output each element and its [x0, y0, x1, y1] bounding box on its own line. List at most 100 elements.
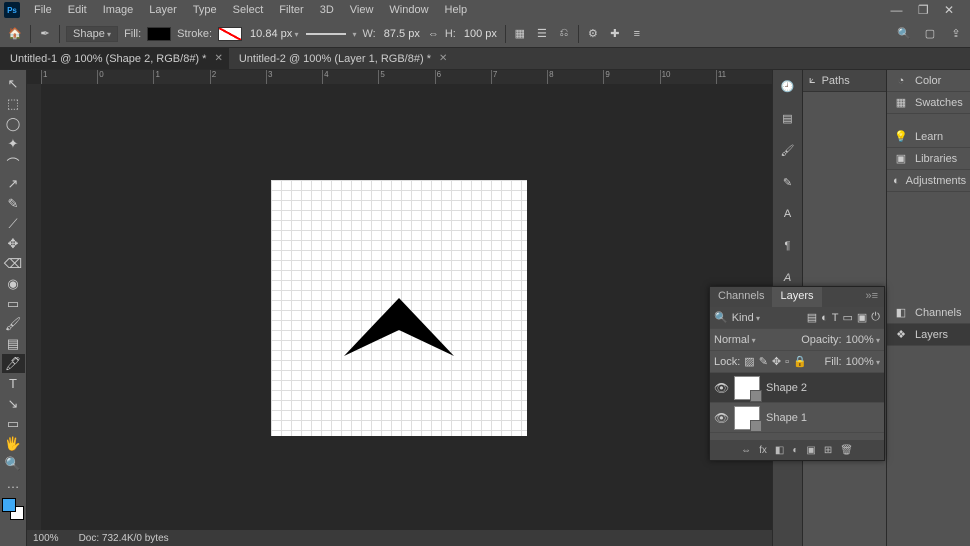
link-layers-icon[interactable]: ⇔ [741, 445, 751, 456]
share-icon[interactable]: ⇪ [948, 26, 964, 42]
gradient-tool[interactable]: ▭ [2, 294, 25, 313]
layer-thumbnail[interactable] [734, 406, 760, 430]
lock-artboard-icon[interactable]: ▫ [785, 356, 789, 368]
edit-toolbar[interactable]: … [2, 474, 25, 493]
pen-tool-icon[interactable]: ✒ [37, 26, 53, 42]
history-brush-tool[interactable]: ⌫ [2, 254, 25, 273]
filter-pixel-icon[interactable]: ▤ [807, 311, 817, 324]
filter-shape-icon[interactable]: ▭ [842, 311, 852, 324]
brushes-icon[interactable]: 🖌 [778, 140, 798, 160]
home-icon[interactable]: 🏠 [6, 25, 24, 43]
path-select-tool[interactable]: ↘ [2, 394, 25, 413]
menu-edit[interactable]: Edit [60, 2, 95, 18]
panel-tab-swatches[interactable]: ▦Swatches [887, 92, 970, 114]
lock-image-icon[interactable]: ✎ [759, 355, 768, 368]
visibility-icon[interactable]: 👁 [714, 411, 728, 425]
color-picker[interactable] [2, 498, 24, 520]
link-wh-icon[interactable]: ⇔ [428, 28, 439, 40]
canvas-area[interactable]: 101234567891011 100% Doc: 732.4K/0 bytes [27, 70, 772, 546]
close-icon[interactable]: ✕ [439, 53, 447, 64]
filter-adjust-icon[interactable]: ◐ [821, 312, 828, 324]
blend-mode-select[interactable]: Normal [714, 334, 797, 346]
filter-kind-select[interactable]: Kind [732, 312, 760, 324]
rubber-band-icon[interactable]: ✚ [607, 26, 623, 42]
quick-select-tool[interactable]: ✦ [2, 134, 25, 153]
panel-tab-learn[interactable]: 💡Learn [887, 126, 970, 148]
filter-smart-icon[interactable]: ▣ [857, 311, 867, 324]
document-tab-2[interactable]: Untitled-2 @ 100% (Layer 1, RGB/8#) * ✕ [229, 48, 454, 69]
height-field[interactable]: 100 px [462, 27, 499, 41]
hand-tool[interactable]: 🖐 [2, 434, 25, 453]
paragraph-icon[interactable]: ¶ [778, 236, 798, 256]
fill-swatch[interactable] [147, 27, 171, 41]
tool-mode-select[interactable]: Shape [66, 26, 118, 42]
menu-3d[interactable]: 3D [312, 2, 342, 18]
layer-name[interactable]: Shape 1 [766, 412, 807, 424]
new-layer-icon[interactable]: ⊞ [824, 445, 832, 456]
brush-settings-icon[interactable]: ✎ [778, 172, 798, 192]
brush-tool[interactable]: ⟋ [2, 214, 25, 233]
width-field[interactable]: 87.5 px [382, 27, 422, 41]
eyedropper-tool[interactable]: ↗ [2, 174, 25, 193]
close-icon[interactable]: ✕ [214, 53, 222, 64]
tab-layers[interactable]: Layers [772, 287, 821, 307]
lock-transparent-icon[interactable]: ▨ [744, 355, 754, 368]
eraser-tool[interactable]: ◉ [2, 274, 25, 293]
menu-type[interactable]: Type [185, 2, 225, 18]
blur-tool[interactable]: 🖌 [2, 314, 25, 333]
stroke-swatch[interactable] [218, 27, 242, 41]
mask-icon[interactable]: ◧ [775, 445, 784, 456]
pen-tool[interactable]: 🖊 [2, 354, 25, 373]
filter-type-icon[interactable]: T [832, 312, 839, 324]
properties-icon[interactable]: ▤ [778, 108, 798, 128]
layer-row[interactable]: 👁 Shape 1 [710, 403, 884, 433]
align-edges-icon[interactable]: ≡ [629, 26, 645, 42]
opacity-field[interactable]: 100% [846, 334, 880, 346]
character-icon[interactable]: A [778, 204, 798, 224]
group-icon[interactable]: ▣ [806, 445, 815, 456]
rectangle-tool[interactable]: ▭ [2, 414, 25, 433]
healing-tool[interactable]: ✎ [2, 194, 25, 213]
paths-tab[interactable]: ⟀ Paths [803, 70, 886, 92]
glyphs-icon[interactable]: A [778, 268, 798, 288]
align-icon[interactable]: ☰ [534, 26, 550, 42]
tab-channels[interactable]: Channels [710, 287, 772, 307]
visibility-icon[interactable]: 👁 [714, 381, 728, 395]
menu-select[interactable]: Select [225, 2, 272, 18]
lasso-tool[interactable]: ◯ [2, 114, 25, 133]
layer-name[interactable]: Shape 2 [766, 382, 807, 394]
layers-panel[interactable]: Channels Layers »≡ 🔍 Kind ▤ ◐ T ▭ ▣ ⏻ No… [709, 286, 885, 461]
lock-all-icon[interactable]: 🔒 [793, 355, 807, 368]
menu-view[interactable]: View [342, 2, 382, 18]
zoom-tool[interactable]: 🔍 [2, 454, 25, 473]
gear-icon[interactable]: ⚙ [585, 26, 601, 42]
path-op-combine-icon[interactable]: ▦ [512, 26, 528, 42]
workspace-icon[interactable]: ▢ [922, 26, 938, 42]
panel-tab-color[interactable]: ◔Color [887, 70, 970, 92]
menu-help[interactable]: Help [437, 2, 476, 18]
clone-stamp-tool[interactable]: ✥ [2, 234, 25, 253]
menu-file[interactable]: File [26, 2, 60, 18]
layer-row[interactable]: 👁 Shape 2 [710, 373, 884, 403]
panel-tab-adjustments[interactable]: ◐Adjustments [887, 170, 970, 192]
dodge-tool[interactable]: ▤ [2, 334, 25, 353]
crop-tool[interactable]: ⌒ [2, 154, 25, 173]
stroke-style[interactable] [306, 33, 346, 35]
fx-icon[interactable]: fx [759, 445, 767, 456]
panel-menu-icon[interactable]: »≡ [859, 287, 884, 307]
window-controls[interactable]: — ❐ ✕ [881, 3, 970, 17]
adjustment-layer-icon[interactable]: ◐ [792, 445, 798, 456]
menu-filter[interactable]: Filter [271, 2, 311, 18]
document-tab-1[interactable]: Untitled-1 @ 100% (Shape 2, RGB/8#) * ✕ [0, 48, 229, 69]
panel-tab-channels[interactable]: ◧Channels [887, 302, 970, 324]
type-tool[interactable]: T [2, 374, 25, 393]
stroke-width[interactable]: 10.84 px [248, 27, 300, 41]
menu-layer[interactable]: Layer [141, 2, 185, 18]
delete-layer-icon[interactable]: 🗑 [840, 445, 853, 456]
marquee-tool[interactable]: ⬚ [2, 94, 25, 113]
move-tool[interactable]: ↖ [2, 74, 25, 93]
document-canvas[interactable] [271, 180, 527, 436]
menu-image[interactable]: Image [95, 2, 142, 18]
fill-field[interactable]: 100% [846, 356, 880, 368]
filter-toggle-icon[interactable]: ⏻ [871, 311, 880, 324]
